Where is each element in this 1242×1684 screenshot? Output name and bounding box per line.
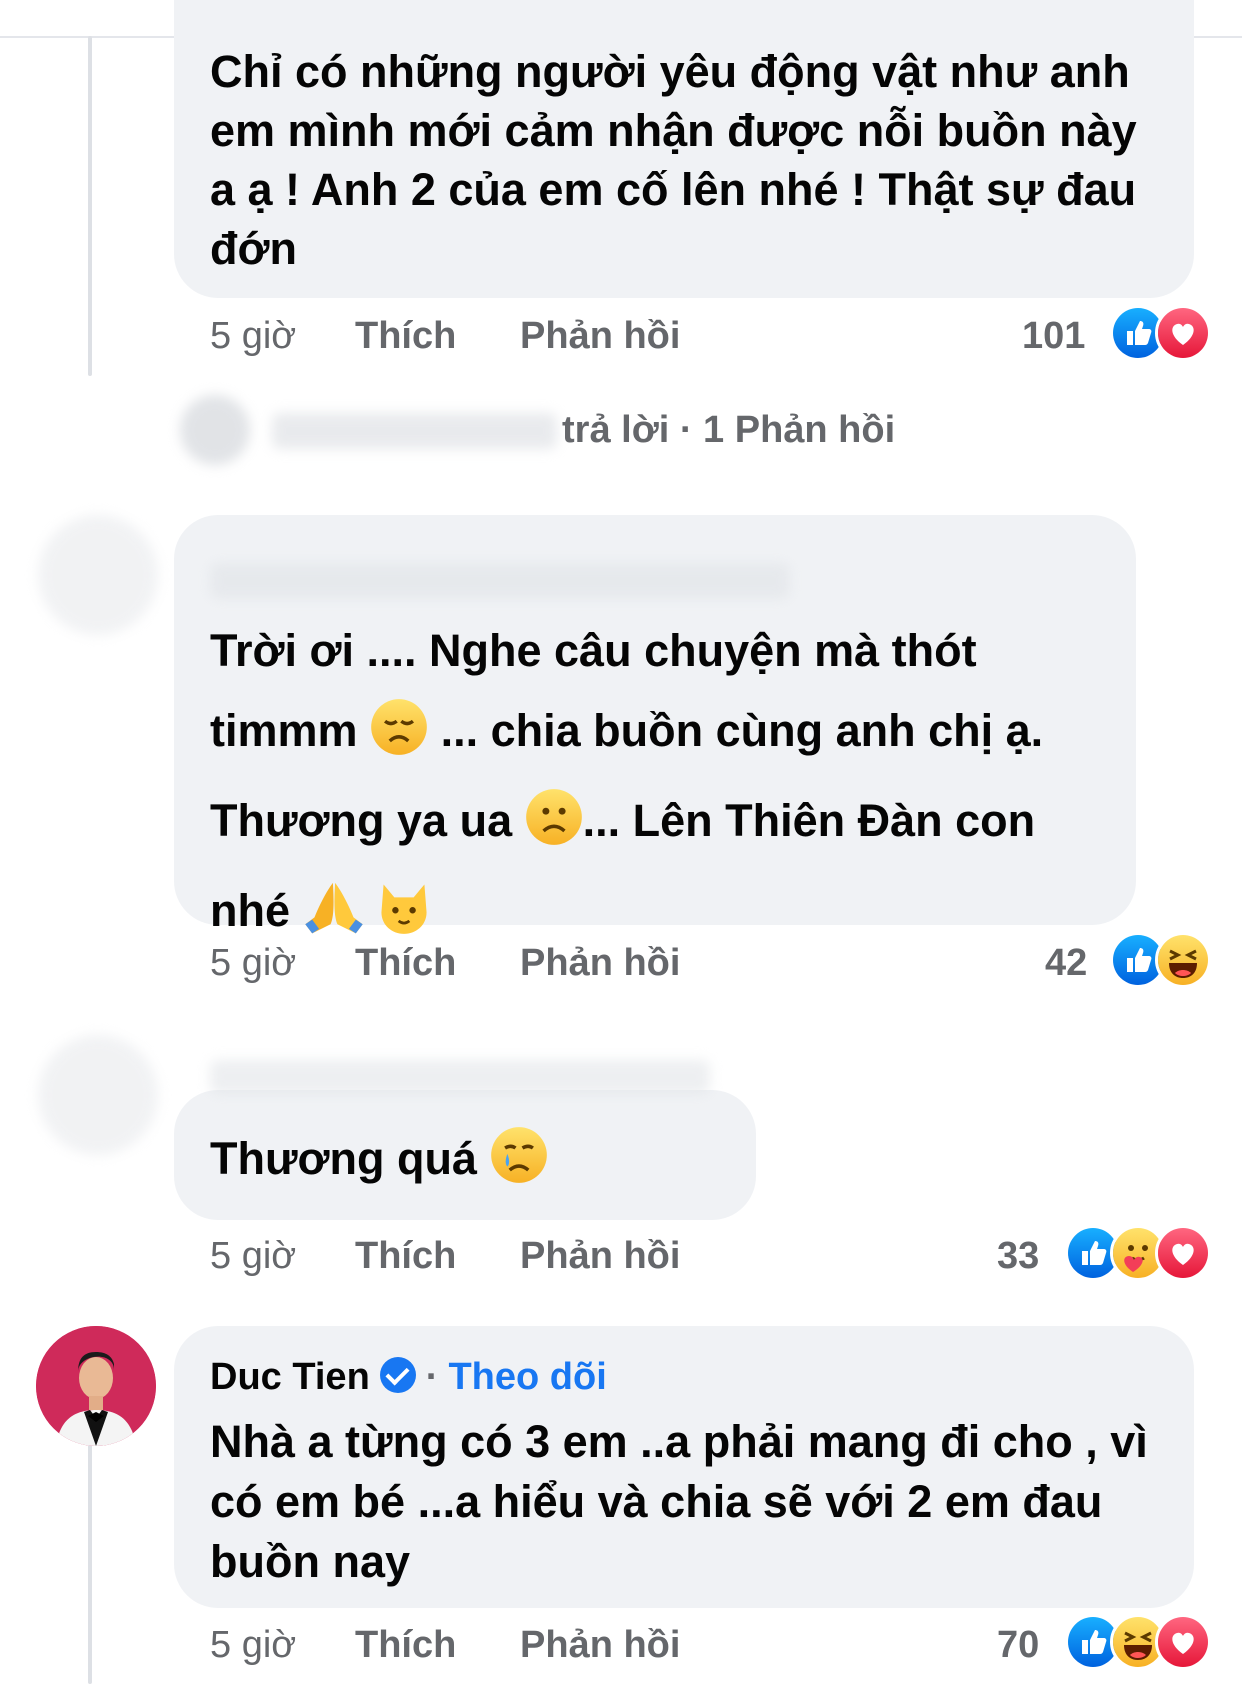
avatar	[38, 515, 158, 635]
comment-actions: 5 giờ Thích Phản hồi 42	[210, 932, 1212, 992]
comment-time[interactable]: 5 giờ	[210, 1624, 296, 1667]
comment-header: Duc Tien · Theo dõi	[210, 1356, 1164, 1412]
avatar[interactable]	[36, 1326, 156, 1446]
reply-author-blurred	[272, 413, 557, 449]
thread-line	[88, 36, 92, 376]
comment-actions: 5 giờ Thích Phản hồi 33	[210, 1225, 1212, 1285]
love-icon[interactable]	[1155, 305, 1211, 361]
reply-button[interactable]: Phản hồi	[520, 1624, 680, 1667]
comment-bubble: Trời ơi .... Nghe câu chuyện mà thót tim…	[174, 515, 1136, 936]
reaction-count[interactable]: 101	[1022, 315, 1085, 358]
comment-text: Nhà a từng có 3 em ..a phải mang đi cho …	[210, 1416, 1148, 1587]
frowning-emoji-icon	[525, 788, 583, 871]
crying-emoji-icon	[490, 1126, 548, 1198]
like-button[interactable]: Thích	[355, 315, 456, 358]
comment-time[interactable]: 5 giờ	[210, 315, 296, 358]
separator-dot: ·	[425, 1356, 439, 1398]
comment-bubble: Thương quá	[174, 1060, 756, 1220]
author-name-blurred	[210, 1060, 710, 1094]
replies-summary-text[interactable]: trả lời · 1 Phản hồi	[562, 409, 895, 452]
comment-bubble: Duc Tien · Theo dõi Nhà a từng có 3 em ..a…	[174, 1326, 1194, 1608]
love-icon[interactable]	[1155, 1614, 1211, 1670]
reply-button[interactable]: Phản hồi	[520, 1235, 680, 1278]
comment-text: Trời ơi .... Nghe câu chuyện mà thót tim…	[210, 611, 1106, 961]
comment-time[interactable]: 5 giờ	[210, 942, 296, 985]
love-icon[interactable]	[1155, 1225, 1211, 1281]
haha-icon[interactable]	[1155, 932, 1211, 988]
reaction-count[interactable]: 70	[997, 1624, 1039, 1667]
like-button[interactable]: Thích	[355, 1235, 456, 1278]
verified-badge-icon	[379, 1357, 416, 1393]
comment-text: Chỉ có những người yêu động vật như anh …	[210, 46, 1137, 274]
avatar	[38, 1035, 158, 1155]
profile-photo-icon	[36, 1326, 156, 1446]
reaction-count[interactable]: 33	[997, 1235, 1039, 1278]
reply-avatar	[180, 395, 250, 465]
reply-button[interactable]: Phản hồi	[520, 315, 680, 358]
reply-button[interactable]: Phản hồi	[520, 942, 680, 985]
like-button[interactable]: Thích	[355, 1624, 456, 1667]
comment-text: Thương quá	[210, 1126, 726, 1198]
author-name-blurred	[210, 563, 790, 599]
comment-actions: 5 giờ Thích Phản hồi 70	[210, 1614, 1212, 1674]
follow-link[interactable]: Theo dõi	[448, 1356, 606, 1398]
comment-bubble: Chỉ có những người yêu động vật như anh …	[174, 0, 1194, 298]
comment-actions: 5 giờ Thích Phản hồi 101	[210, 305, 1212, 365]
disappointed-emoji-icon	[370, 698, 428, 781]
reaction-count[interactable]: 42	[1045, 942, 1087, 985]
replies-summary[interactable]: trả lời · 1 Phản hồi	[180, 395, 980, 465]
like-button[interactable]: Thích	[355, 942, 456, 985]
comment-time[interactable]: 5 giờ	[210, 1235, 296, 1278]
author-name[interactable]: Duc Tien	[210, 1356, 370, 1398]
